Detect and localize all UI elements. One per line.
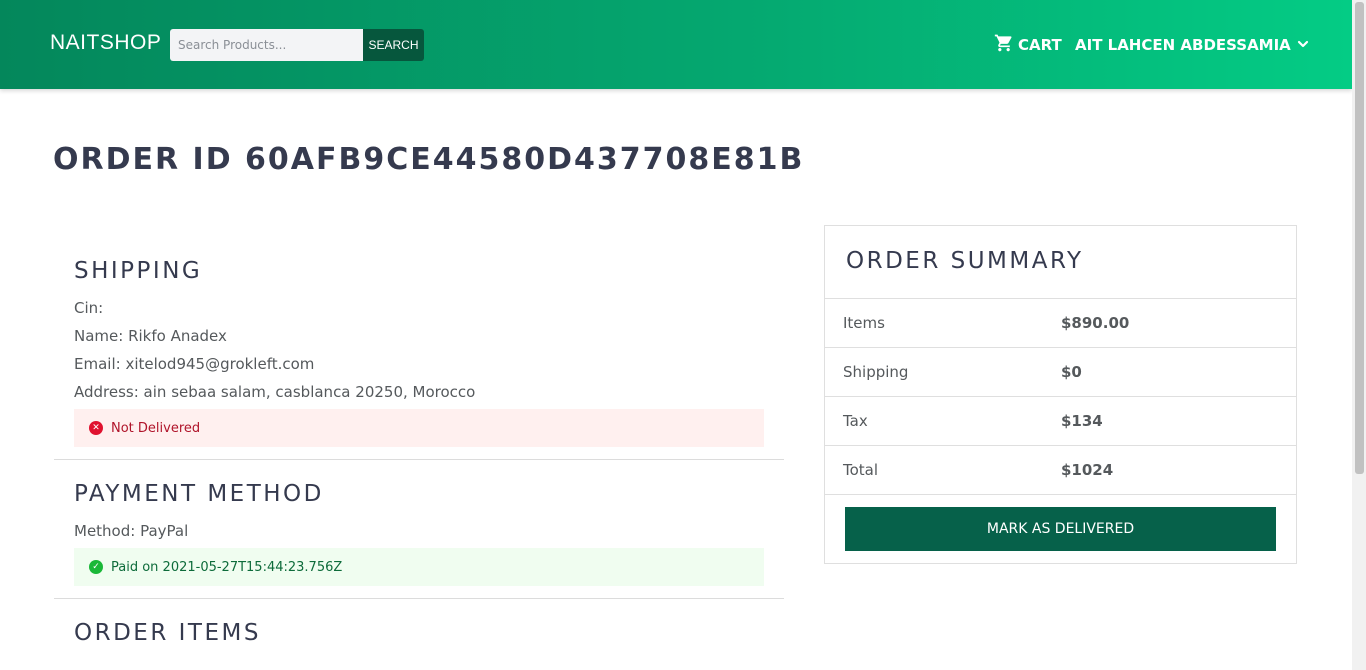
x-circle-icon: ✕ [89,421,103,435]
delivery-status-text: Not Delivered [111,420,201,436]
payment-status-alert: ✓ Paid on 2021-05-27T15:44:23.756Z [74,548,764,586]
section-divider [54,598,784,599]
summary-row-total: Total $1024 [825,445,1296,494]
delivery-status-alert: ✕ Not Delivered [74,409,764,447]
cart-label: CART [1018,36,1062,54]
summary-row-items: Items $890.00 [825,298,1296,347]
summary-label: Shipping [843,363,909,381]
shipping-heading: SHIPPING [74,258,203,284]
mark-as-delivered-button[interactable]: MARK AS DELIVERED [845,507,1276,551]
cart-link[interactable]: CART [994,34,1062,56]
order-summary-card: ORDER SUMMARY Items $890.00 Shipping $0 … [824,225,1297,564]
summary-value: $0 [1061,363,1082,381]
shipping-name: Name: Rikfo Anadex [74,327,227,345]
payment-status-text: Paid on 2021-05-27T15:44:23.756Z [111,559,343,575]
scrollbar-thumb[interactable] [1355,2,1364,474]
summary-label: Items [843,314,885,332]
payment-heading: PAYMENT METHOD [74,481,324,507]
order-items-heading: ORDER ITEMS [74,620,261,646]
check-circle-icon: ✓ [89,560,103,574]
brand-logo[interactable]: NAITSHOP [50,31,161,55]
summary-row-tax: Tax $134 [825,396,1296,445]
user-menu-dropdown[interactable]: AIT LAHCEN ABDESSAMIA [1075,34,1309,56]
summary-value: $1024 [1061,461,1114,479]
search-input[interactable] [170,29,363,61]
summary-row-divider [825,494,1296,495]
user-name: AIT LAHCEN ABDESSAMIA [1075,36,1291,54]
page-title: ORDER ID 60AFB9CE44580D437708E81B [53,142,805,177]
chevron-down-icon [1297,36,1309,54]
payment-method: Method: PayPal [74,522,189,540]
order-summary-title: ORDER SUMMARY [846,248,1084,274]
summary-label: Tax [843,412,868,430]
cart-icon [994,33,1014,57]
navbar: NAITSHOP SEARCH CART AIT LAHCEN ABDESSAM… [0,0,1352,89]
summary-value: $134 [1061,412,1103,430]
summary-row-shipping: Shipping $0 [825,347,1296,396]
summary-value: $890.00 [1061,314,1130,332]
shipping-address: Address: ain sebaa salam, casblanca 2025… [74,383,476,401]
search-button[interactable]: SEARCH [363,29,424,61]
summary-label: Total [843,461,879,479]
shipping-cin: Cin: [74,299,104,317]
shipping-email: Email: xitelod945@grokleft.com [74,355,315,373]
section-divider [54,459,784,460]
